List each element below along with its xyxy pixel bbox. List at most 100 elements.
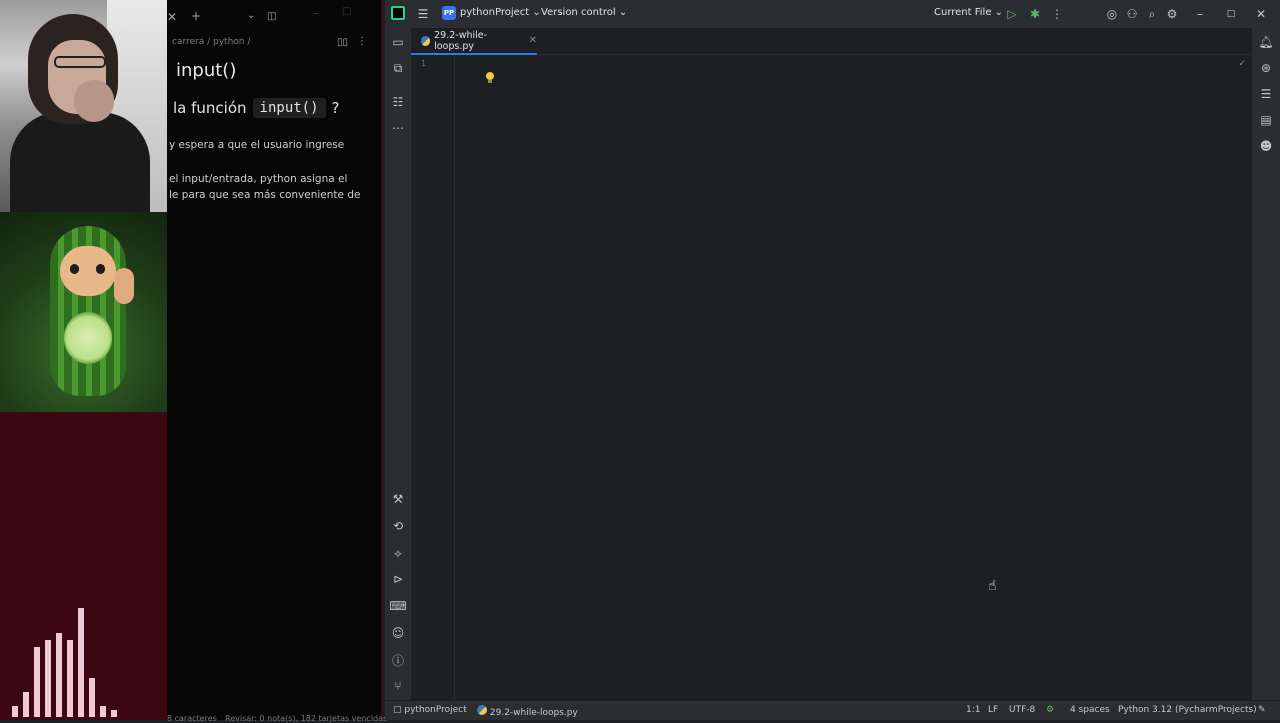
status-project[interactable]: ▢ pythonProject: [393, 705, 467, 715]
breadcrumb[interactable]: carrera / python /: [172, 37, 250, 47]
code-editor[interactable]: 1 ✓: [411, 55, 1252, 700]
ai-chat-icon[interactable]: ⊛: [1256, 58, 1276, 78]
minimize-icon[interactable]: –: [313, 6, 319, 20]
terminal-icon[interactable]: ⌨: [388, 596, 408, 616]
paragraph-2-line-1: el input/entrada, python asigna el: [169, 173, 348, 185]
lightbulb-icon[interactable]: [486, 72, 495, 83]
plugins-icon[interactable]: ☺: [388, 623, 408, 643]
left-tool-strip: ▭ ⧉ ☷ ⋯ ⚒ ⟲ ⟡ ⊳ ⌨ ☺ ⓘ ⑂: [385, 28, 411, 700]
run-icon[interactable]: ▷: [1002, 4, 1022, 24]
project-badge: PP: [442, 6, 456, 20]
book-icon[interactable]: ▯▯: [337, 37, 348, 48]
tab-label: 29.2-while-loops.py: [434, 29, 488, 52]
git-branch-icon[interactable]: ⑂: [388, 676, 408, 696]
more-horizontal-icon[interactable]: ⋯: [388, 118, 408, 138]
visualizer-bar: [23, 692, 29, 717]
visualizer-bar: [78, 608, 84, 717]
chevron-down-icon: ⌄: [532, 7, 541, 18]
status-file[interactable]: 29.2-while-loops.py: [477, 705, 578, 718]
project-selector[interactable]: pythonProject ⌄: [460, 7, 541, 18]
hand-cursor-icon: ☝: [988, 578, 997, 594]
chevron-right-icon: ›: [463, 705, 467, 715]
run-config-label: Current File: [934, 7, 992, 18]
notifications-icon[interactable]: 🔔︎: [1256, 32, 1276, 52]
line-gutter: 1: [411, 55, 455, 700]
more-vertical-icon[interactable]: ⋮: [357, 36, 367, 47]
visualizer-bar: [56, 633, 62, 717]
left-overlay: [0, 0, 167, 720]
webcam-feed: [0, 0, 167, 212]
add-user-icon[interactable]: ⚇: [1122, 4, 1142, 24]
question-prefix: la función: [173, 99, 247, 117]
run-config-selector[interactable]: Current File ⌄: [934, 7, 1003, 18]
status-indent[interactable]: 4 spaces: [1070, 705, 1110, 715]
right-tool-strip: 🔔︎ ⊛ ☰ ▤ ☻: [1252, 28, 1280, 700]
char-count: 8 caracteres: [167, 714, 217, 723]
review-status: Revisar: 0 nota(s), 182 tarjetas vencida…: [225, 714, 388, 723]
python-packages-icon[interactable]: ⟲: [388, 516, 408, 536]
python-console-icon[interactable]: ⟡: [388, 543, 408, 563]
gear-icon[interactable]: ⚙: [1162, 4, 1182, 24]
close-icon[interactable]: ✕: [529, 35, 537, 46]
pycharm-logo-icon[interactable]: [391, 6, 405, 20]
checkmark-icon: ✓: [1238, 59, 1246, 69]
hamburger-menu-icon[interactable]: ☰: [413, 4, 433, 24]
chevron-down-icon[interactable]: ⌄: [247, 10, 255, 21]
maximize-icon[interactable]: □: [342, 6, 351, 17]
editor-tabs: 29.2-while-loops.py ✕: [411, 28, 1252, 55]
ide-titlebar: ☰ PP pythonProject ⌄ Version control ⌄ C…: [385, 0, 1280, 28]
folder-icon[interactable]: ▭: [388, 32, 408, 52]
visualizer-bar: [67, 640, 73, 717]
close-icon[interactable]: ✕: [167, 10, 177, 24]
status-encoding[interactable]: UTF-8: [1009, 705, 1035, 715]
notes-window: ✕ + ⌄ ◫ – □ carrera / python / ▯▯ ⋮ inpu…: [167, 0, 387, 723]
cucumber-cat-image: [0, 212, 167, 412]
tab-file[interactable]: 29.2-while-loops.py ✕: [411, 28, 537, 55]
paragraph-1: y espera a que el usuario ingrese: [169, 139, 345, 151]
minimize-icon[interactable]: –: [1190, 4, 1210, 24]
status-file-label: 29.2-while-loops.py: [489, 708, 578, 718]
inline-code: input(): [252, 98, 326, 118]
status-line-separator[interactable]: LF: [988, 705, 998, 715]
split-view-icon[interactable]: ◫: [267, 11, 276, 22]
lock-icon[interactable]: ✎: [1258, 705, 1266, 715]
visualizer-bar: [89, 678, 95, 717]
problems-icon[interactable]: ⓘ: [388, 650, 408, 670]
close-icon[interactable]: ✕: [1251, 4, 1271, 24]
visualizer-bar: [12, 706, 18, 717]
chevron-down-icon: ⌄: [618, 7, 628, 18]
commit-icon[interactable]: ⧉: [388, 58, 408, 78]
question-suffix: ?: [331, 99, 340, 117]
structure-icon[interactable]: ☷: [388, 92, 408, 112]
status-bar: ▢ pythonProject › 29.2-while-loops.py 1:…: [385, 700, 1280, 720]
visualizer-bar: [34, 647, 40, 717]
search-icon[interactable]: ⌕: [1142, 4, 1162, 24]
debug-icon[interactable]: ✱: [1025, 4, 1045, 24]
python-file-icon: [421, 35, 431, 46]
notes-titlebar: ✕ + ⌄ ◫ – □: [167, 0, 381, 34]
visualizer-bar: [111, 710, 117, 717]
copilot-icon[interactable]: ☻: [1256, 136, 1276, 156]
question-heading: la función input() ?: [173, 98, 340, 118]
inspection-icon[interactable]: ⚙: [1046, 705, 1054, 715]
visualizer-bar: [45, 640, 51, 717]
database-icon[interactable]: ☰: [1256, 84, 1276, 104]
vcs-selector[interactable]: Version control ⌄: [541, 7, 627, 18]
project-name: pythonProject: [460, 7, 530, 18]
more-vertical-icon[interactable]: ⋮: [1047, 4, 1067, 24]
ai-assistant-icon[interactable]: ◎: [1102, 4, 1122, 24]
visualizer-bar: [100, 706, 106, 717]
maximize-icon[interactable]: □: [1221, 4, 1241, 24]
status-project-label: pythonProject: [404, 705, 467, 715]
page-title: input(): [176, 60, 237, 81]
scientific-view-icon[interactable]: ▤: [1256, 110, 1276, 130]
line-number: 1: [421, 59, 426, 68]
paragraph-2-line-2: le para que sea más conveniente de: [169, 189, 361, 201]
build-icon[interactable]: ⚒: [388, 489, 408, 509]
status-position[interactable]: 1:1: [966, 705, 980, 715]
plus-icon[interactable]: +: [191, 9, 201, 23]
services-icon[interactable]: ⊳: [388, 569, 408, 589]
python-file-icon: [477, 705, 487, 715]
vcs-label: Version control: [541, 7, 616, 18]
status-interpreter[interactable]: Python 3.12 (PycharmProjects): [1118, 705, 1257, 715]
